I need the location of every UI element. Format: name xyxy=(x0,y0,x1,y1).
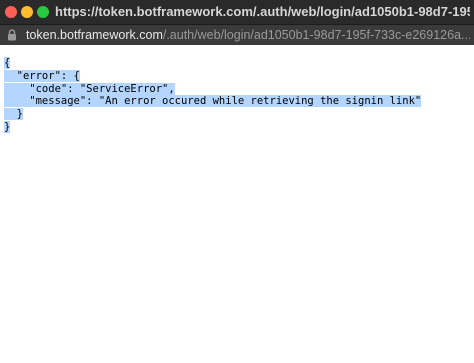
minimize-window-button[interactable] xyxy=(21,6,33,18)
page-content: { "error": { "code": "ServiceError", "me… xyxy=(0,45,474,363)
json-line: } xyxy=(4,108,23,121)
maximize-window-button[interactable] xyxy=(37,6,49,18)
json-line: "error": { xyxy=(4,69,80,82)
url-host: token.botframework.com xyxy=(26,28,163,42)
window-title: https://token.botframework.com/.auth/web… xyxy=(55,4,470,19)
close-window-button[interactable] xyxy=(5,6,17,18)
json-line: { xyxy=(4,57,11,69)
lock-icon xyxy=(8,29,16,41)
window-titlebar: https://token.botframework.com/.auth/web… xyxy=(0,0,474,25)
json-line: } xyxy=(4,120,11,133)
url-path: /.auth/web/login/ad1050b1-98d7-195f-733c… xyxy=(162,28,470,42)
url-text[interactable]: token.botframework.com/.auth/web/login/a… xyxy=(26,25,470,45)
json-line: "message": "An error occured while retri… xyxy=(4,95,422,108)
json-line: "code": "ServiceError", xyxy=(4,82,175,95)
json-response: { "error": { "code": "ServiceError", "me… xyxy=(4,57,422,134)
address-bar[interactable]: token.botframework.com/.auth/web/login/a… xyxy=(0,25,474,45)
